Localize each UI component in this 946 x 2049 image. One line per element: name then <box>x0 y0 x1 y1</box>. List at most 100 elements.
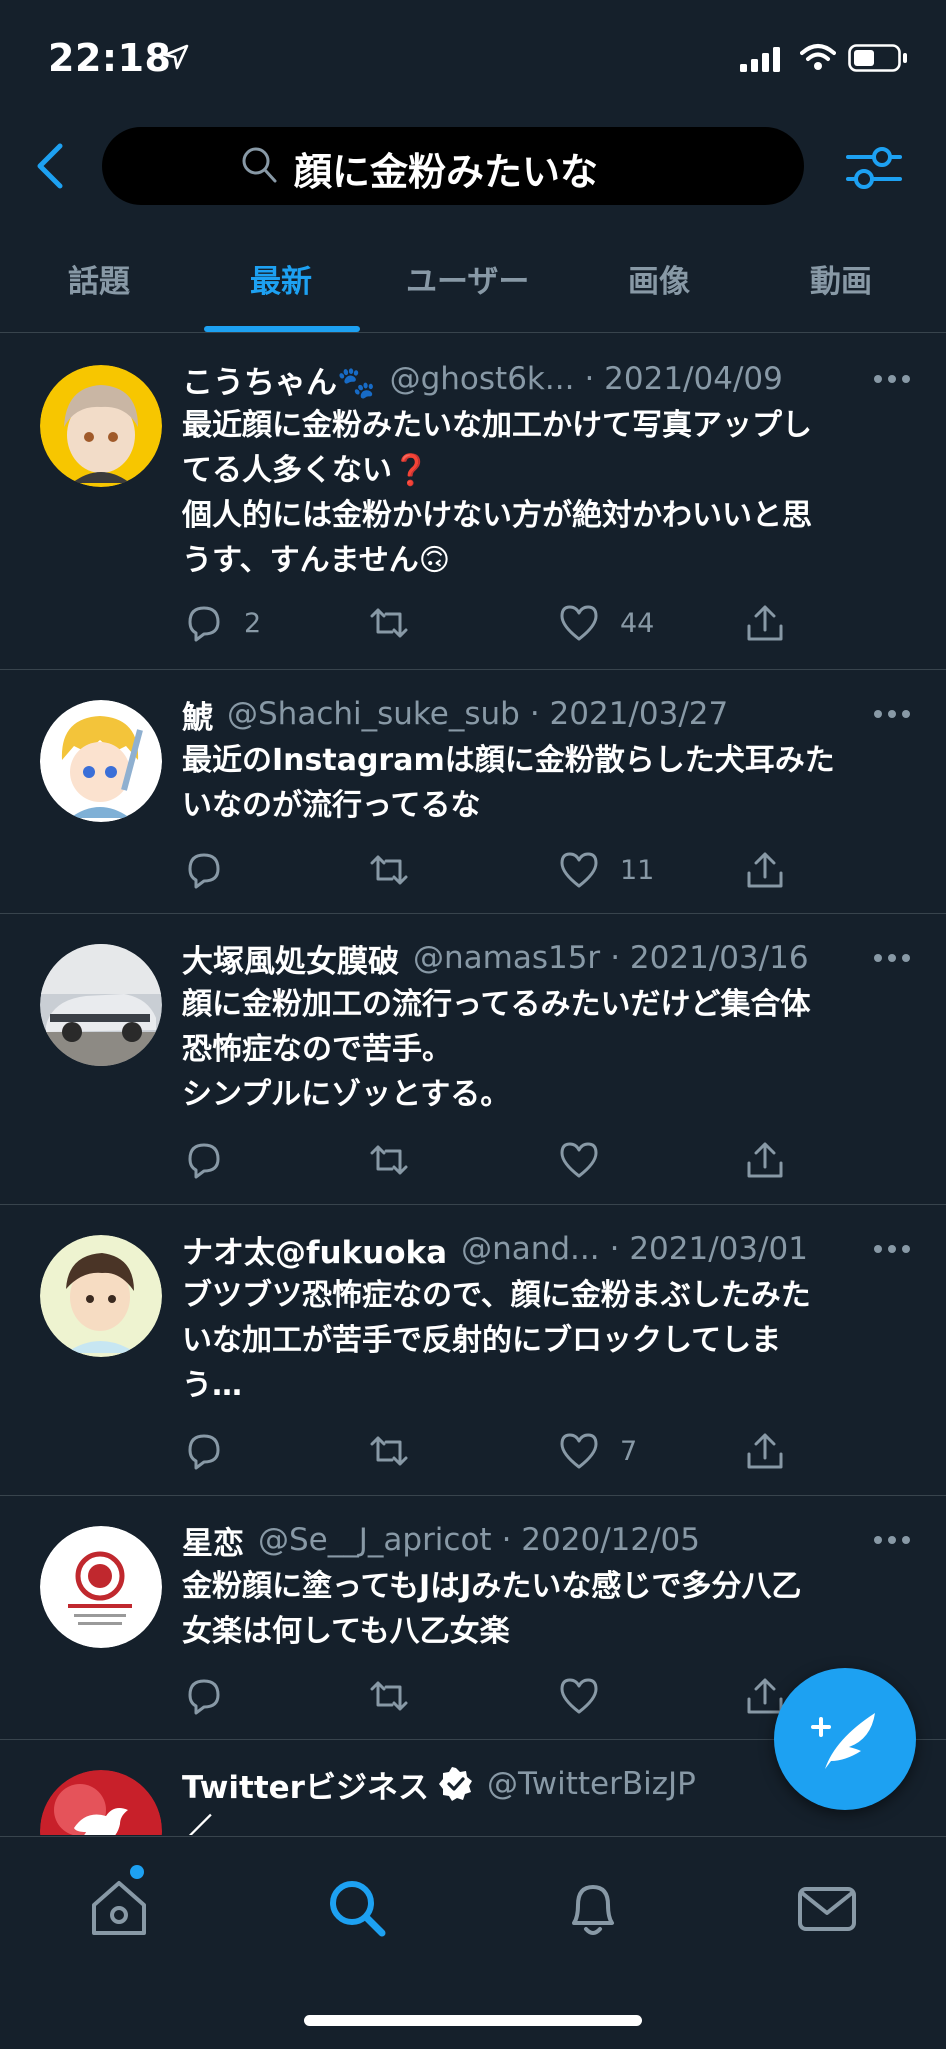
user-handle[interactable]: @nand... <box>461 1231 600 1267</box>
more-options-icon[interactable] <box>872 1534 912 1546</box>
share-button[interactable] <box>744 848 786 892</box>
tab-people[interactable]: ユーザー <box>406 256 529 301</box>
status-bar: 22:18 <box>0 0 946 110</box>
like-button[interactable]: 7 <box>558 1429 637 1473</box>
tweet-header: こうちゃん🐾 @ghost6k... · 2021/04/09 <box>182 357 912 401</box>
tab-videos[interactable]: 動画 <box>810 256 872 301</box>
retweet-button[interactable] <box>368 1674 430 1718</box>
heart-icon <box>560 605 598 641</box>
user-handle[interactable]: @namas15r <box>413 940 600 976</box>
share-icon <box>747 1142 783 1178</box>
heart-icon <box>560 1142 598 1178</box>
compose-tweet-button[interactable] <box>774 1668 916 1810</box>
tab-top[interactable]: 話題 <box>68 256 130 301</box>
tweet-text-line: 最近顔に金粉みたいな加工かけて写真アップし <box>182 408 812 443</box>
share-button[interactable] <box>744 1138 786 1182</box>
avatar[interactable] <box>40 365 162 487</box>
tweet-text: 金粉顔に塗ってもJはJみたいな感じで多分八乙 女楽は何しても八乙女楽 <box>182 1564 898 1654</box>
tab-photos[interactable]: 画像 <box>628 256 690 301</box>
retweet-icon <box>370 1436 408 1466</box>
display-name[interactable]: 星恋 <box>182 1518 244 1563</box>
display-name[interactable]: Twitterビジネス <box>182 1762 429 1807</box>
user-handle[interactable]: @Se__J_apricot <box>258 1522 492 1558</box>
tweet-date: · 2021/04/09 <box>584 361 783 397</box>
tweet-date: · 2021/03/01 <box>609 1231 808 1267</box>
tweet[interactable]: 大塚風処女膜破 @namas15r · 2021/03/16 顔に金粉加工の流行… <box>0 914 946 1205</box>
tweet-text-line: いなのが流行ってるな <box>182 788 481 823</box>
search-field[interactable]: 顔に金粉みたいな <box>102 127 804 205</box>
avatar[interactable] <box>40 944 162 1066</box>
like-button[interactable] <box>558 1674 620 1718</box>
search-icon <box>242 147 277 183</box>
avatar[interactable] <box>40 1770 162 1835</box>
tweet-text: 最近のInstagramは顔に金粉散らした犬耳みた いなのが流行ってるな <box>182 738 898 828</box>
display-name[interactable]: こうちゃん🐾 <box>182 357 376 402</box>
reply-button[interactable] <box>182 848 244 892</box>
battery-icon <box>848 44 907 72</box>
tweet-text: 最近顔に金粉みたいな加工かけて写真アップし てる人多くない❓ 個人的には金粉かけ… <box>182 403 898 583</box>
tweet-date: · 2021/03/16 <box>610 940 809 976</box>
reply-button[interactable] <box>182 1674 244 1718</box>
cellular-signal-icon <box>740 47 780 72</box>
messages-envelope-icon[interactable] <box>794 1875 860 1941</box>
heart-icon <box>560 852 598 888</box>
search-nav-icon[interactable] <box>324 1875 390 1941</box>
like-button[interactable]: 44 <box>558 601 654 645</box>
share-button[interactable] <box>744 1429 786 1473</box>
tweet-text-line: シンプルにゾッとする。 <box>182 1077 511 1112</box>
retweet-button[interactable] <box>368 1429 430 1473</box>
share-icon <box>747 1433 783 1469</box>
tweet-text-line: ブツブツ恐怖症なので、顔に金粉まぶしたみた <box>182 1278 811 1313</box>
more-options-icon[interactable] <box>872 1243 912 1255</box>
avatar[interactable] <box>40 700 162 822</box>
compose-feather-icon <box>811 1713 875 1769</box>
tweet-actions <box>182 1138 832 1182</box>
display-name[interactable]: 大塚風処女膜破 <box>182 936 399 981</box>
reply-button[interactable] <box>182 1138 244 1182</box>
more-options-icon[interactable] <box>872 373 912 385</box>
retweet-icon <box>370 1145 408 1175</box>
more-options-icon[interactable] <box>872 952 912 964</box>
like-button[interactable] <box>558 1138 620 1182</box>
home-indicator-bar[interactable] <box>304 2015 642 2026</box>
bottom-navigation <box>0 1836 946 2049</box>
tweet[interactable]: こうちゃん🐾 @ghost6k... · 2021/04/09 最近顔に金粉みた… <box>0 333 946 670</box>
retweet-button[interactable] <box>368 848 430 892</box>
reply-icon <box>188 1434 220 1470</box>
verified-badge-icon <box>438 1767 472 1801</box>
search-tabs: 話題 最新 ユーザー 画像 動画 <box>0 240 946 333</box>
tweet-header: ナオ太@fukuoka @nand... · 2021/03/01 <box>182 1227 912 1271</box>
tweet-text-line: てる人多くない❓ <box>182 453 430 488</box>
like-count: 7 <box>620 1435 638 1467</box>
more-options-icon[interactable] <box>872 708 912 720</box>
back-chevron-icon[interactable] <box>30 140 70 192</box>
display-name[interactable]: ナオ太@fukuoka <box>182 1227 447 1272</box>
retweet-button[interactable] <box>368 1138 430 1182</box>
home-icon[interactable] <box>86 1875 152 1941</box>
tweet-date: · 2020/12/05 <box>501 1522 700 1558</box>
tweet-actions <box>182 1674 832 1718</box>
tweet-date: · 2021/03/27 <box>529 696 729 732</box>
tweet-text-line: いな加工が苦手で反射的にブロックしてしま <box>182 1323 782 1358</box>
avatar[interactable] <box>40 1235 162 1357</box>
share-button[interactable] <box>744 601 786 645</box>
display-name[interactable]: 鯱 <box>182 692 213 737</box>
tweet-actions: 7 <box>182 1429 832 1473</box>
search-filter-icon[interactable] <box>846 142 902 194</box>
avatar[interactable] <box>40 1526 162 1648</box>
reply-button[interactable]: 2 <box>182 601 261 645</box>
tweet[interactable]: ナオ太@fukuoka @nand... · 2021/03/01 ブツブツ恐怖… <box>0 1205 946 1496</box>
tweet-header: 鯱 @Shachi_suke_sub · 2021/03/27 <box>182 692 912 736</box>
tab-latest[interactable]: 最新 <box>250 256 312 301</box>
home-notification-dot <box>130 1865 144 1879</box>
reply-button[interactable] <box>182 1429 244 1473</box>
retweet-button[interactable] <box>368 601 430 645</box>
user-handle[interactable]: @ghost6k... <box>390 361 575 397</box>
user-handle[interactable]: @TwitterBizJP <box>487 1766 696 1802</box>
active-tab-indicator <box>204 326 360 332</box>
user-handle[interactable]: @Shachi_suke_sub <box>227 696 520 732</box>
tweet-feed[interactable]: こうちゃん🐾 @ghost6k... · 2021/04/09 最近顔に金粉みた… <box>0 333 946 1835</box>
like-button[interactable]: 11 <box>558 848 654 892</box>
tweet[interactable]: 鯱 @Shachi_suke_sub · 2021/03/27 最近のInsta… <box>0 670 946 914</box>
notifications-bell-icon[interactable] <box>560 1875 626 1941</box>
